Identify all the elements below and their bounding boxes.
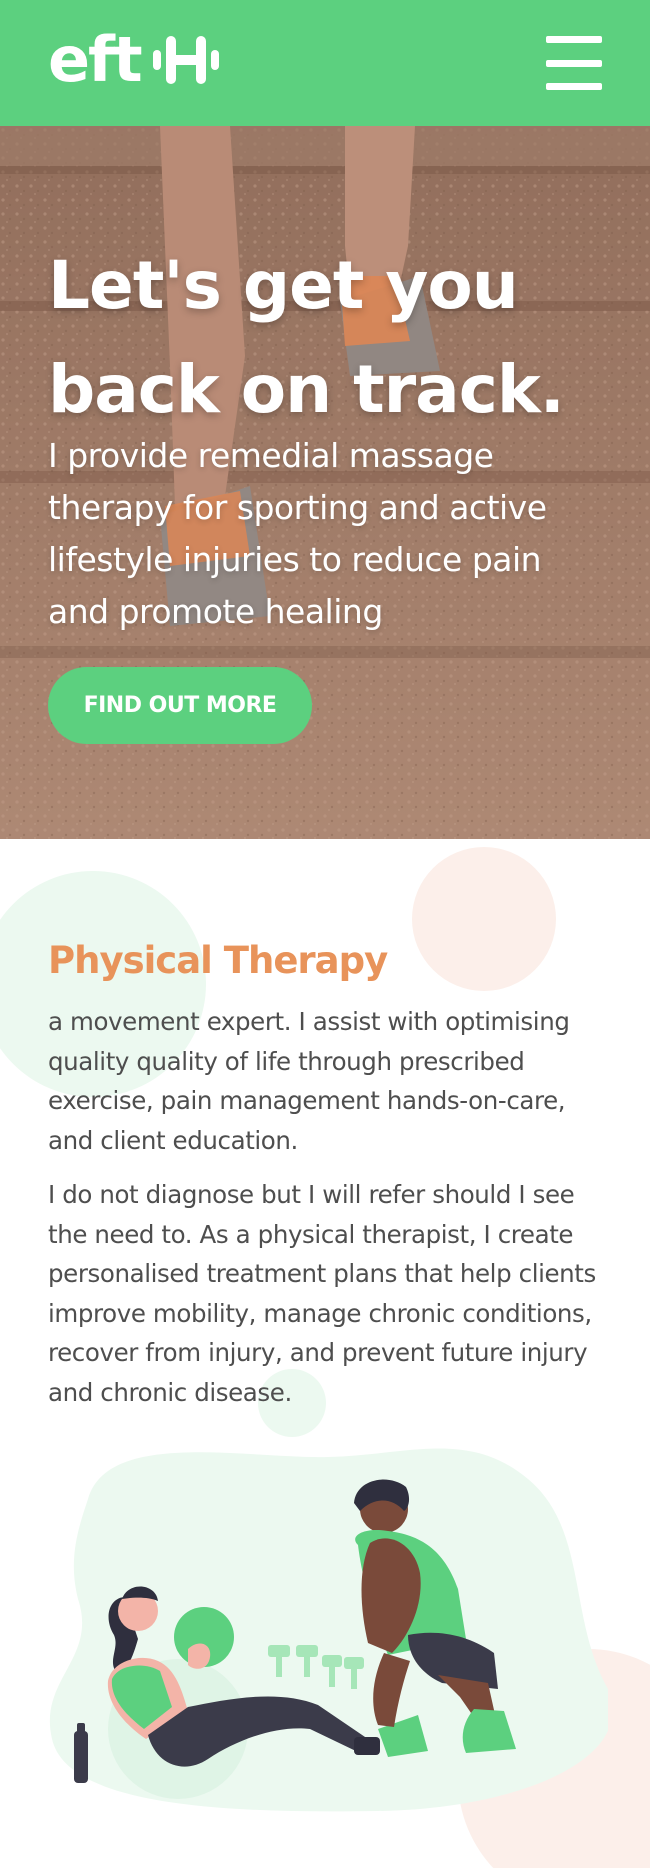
site-header: eft — [0, 0, 650, 126]
hero-description: I provide remedial massage therapy for s… — [48, 436, 547, 631]
hamburger-menu-icon[interactable] — [546, 36, 602, 90]
section-title: Physical Therapy — [48, 939, 388, 982]
find-out-more-button[interactable]: FIND OUT MORE — [48, 667, 312, 744]
logo-link[interactable]: eft — [48, 28, 219, 92]
section-paragraph: I do not diagnose but I will refer shoul… — [48, 1180, 596, 1407]
physical-therapy-section: Physical Therapy a movement expert. I as… — [0, 839, 650, 1868]
trainer-client-illustration — [50, 1448, 608, 1812]
hero-section: Let's get you back on track. I provide r… — [0, 126, 650, 839]
menu-bar — [546, 36, 602, 43]
section-paragraph: a movement expert. I assist with optimis… — [48, 1007, 570, 1155]
hero-title: Let's get you back on track. — [48, 247, 565, 428]
menu-bar — [546, 83, 602, 90]
menu-bar — [546, 59, 602, 67]
dumbbell-icon — [152, 36, 219, 84]
logo-text: eft — [48, 23, 143, 96]
